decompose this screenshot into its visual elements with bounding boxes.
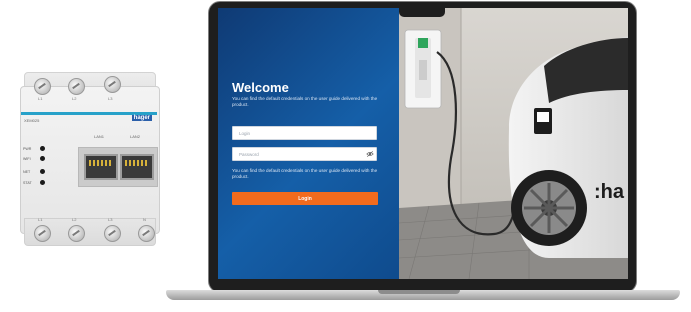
car-hager-branding: :ha <box>594 181 625 203</box>
terminal-label: N <box>143 217 146 222</box>
login-input[interactable] <box>232 126 377 140</box>
led-label: NET <box>23 170 31 174</box>
camera-notch <box>399 8 445 17</box>
terminal-label: L3 <box>108 217 113 222</box>
terminal-screw <box>34 225 51 242</box>
led-label: WIFI <box>23 157 31 161</box>
credentials-hint: You can find the default credentials on … <box>232 96 378 107</box>
ethernet-port-lan1 <box>84 154 118 180</box>
terminal-label: L1 <box>38 96 43 101</box>
laptop-opening-notch <box>378 290 460 294</box>
device-model-label: XEM025 <box>24 118 40 123</box>
credentials-hint-secondary: You can find the default credentials on … <box>232 168 378 179</box>
status-led <box>40 169 45 174</box>
terminal-label: L3 <box>108 96 113 101</box>
status-led <box>40 146 45 151</box>
terminal-screw <box>138 225 155 242</box>
ev-charging-photo: :ha <box>399 8 628 279</box>
terminal-screw <box>104 76 121 93</box>
wallbox-charger <box>404 29 442 109</box>
hager-energy-meter-device: L1 L2 L3 XEM025 hager PWR WIFI NET STAT … <box>20 72 160 246</box>
port-label: LAN1 <box>94 134 105 139</box>
hager-logo: hager <box>131 115 152 121</box>
ethernet-port-lan2 <box>120 154 154 180</box>
led-label: STAT <box>23 181 32 185</box>
terminal-screw <box>34 78 51 95</box>
status-led <box>40 156 45 161</box>
welcome-title: Welcome <box>232 80 289 95</box>
toggle-password-visibility-icon[interactable] <box>366 150 374 158</box>
terminal-label: L1 <box>38 217 43 222</box>
ethernet-port-housing <box>78 147 158 187</box>
port-label: LAN2 <box>130 134 141 139</box>
login-panel: Welcome You can find the default credent… <box>218 8 399 279</box>
led-label: PWR <box>23 147 32 151</box>
terminal-label: L2 <box>72 217 77 222</box>
terminal-screw <box>104 225 121 242</box>
laptop-screen: Welcome You can find the default credent… <box>218 8 628 279</box>
status-led <box>40 180 45 185</box>
terminal-screw <box>68 225 85 242</box>
terminal-screw <box>68 78 85 95</box>
login-button[interactable]: Login <box>232 192 378 205</box>
password-input[interactable] <box>232 147 377 161</box>
terminal-label: L2 <box>72 96 77 101</box>
